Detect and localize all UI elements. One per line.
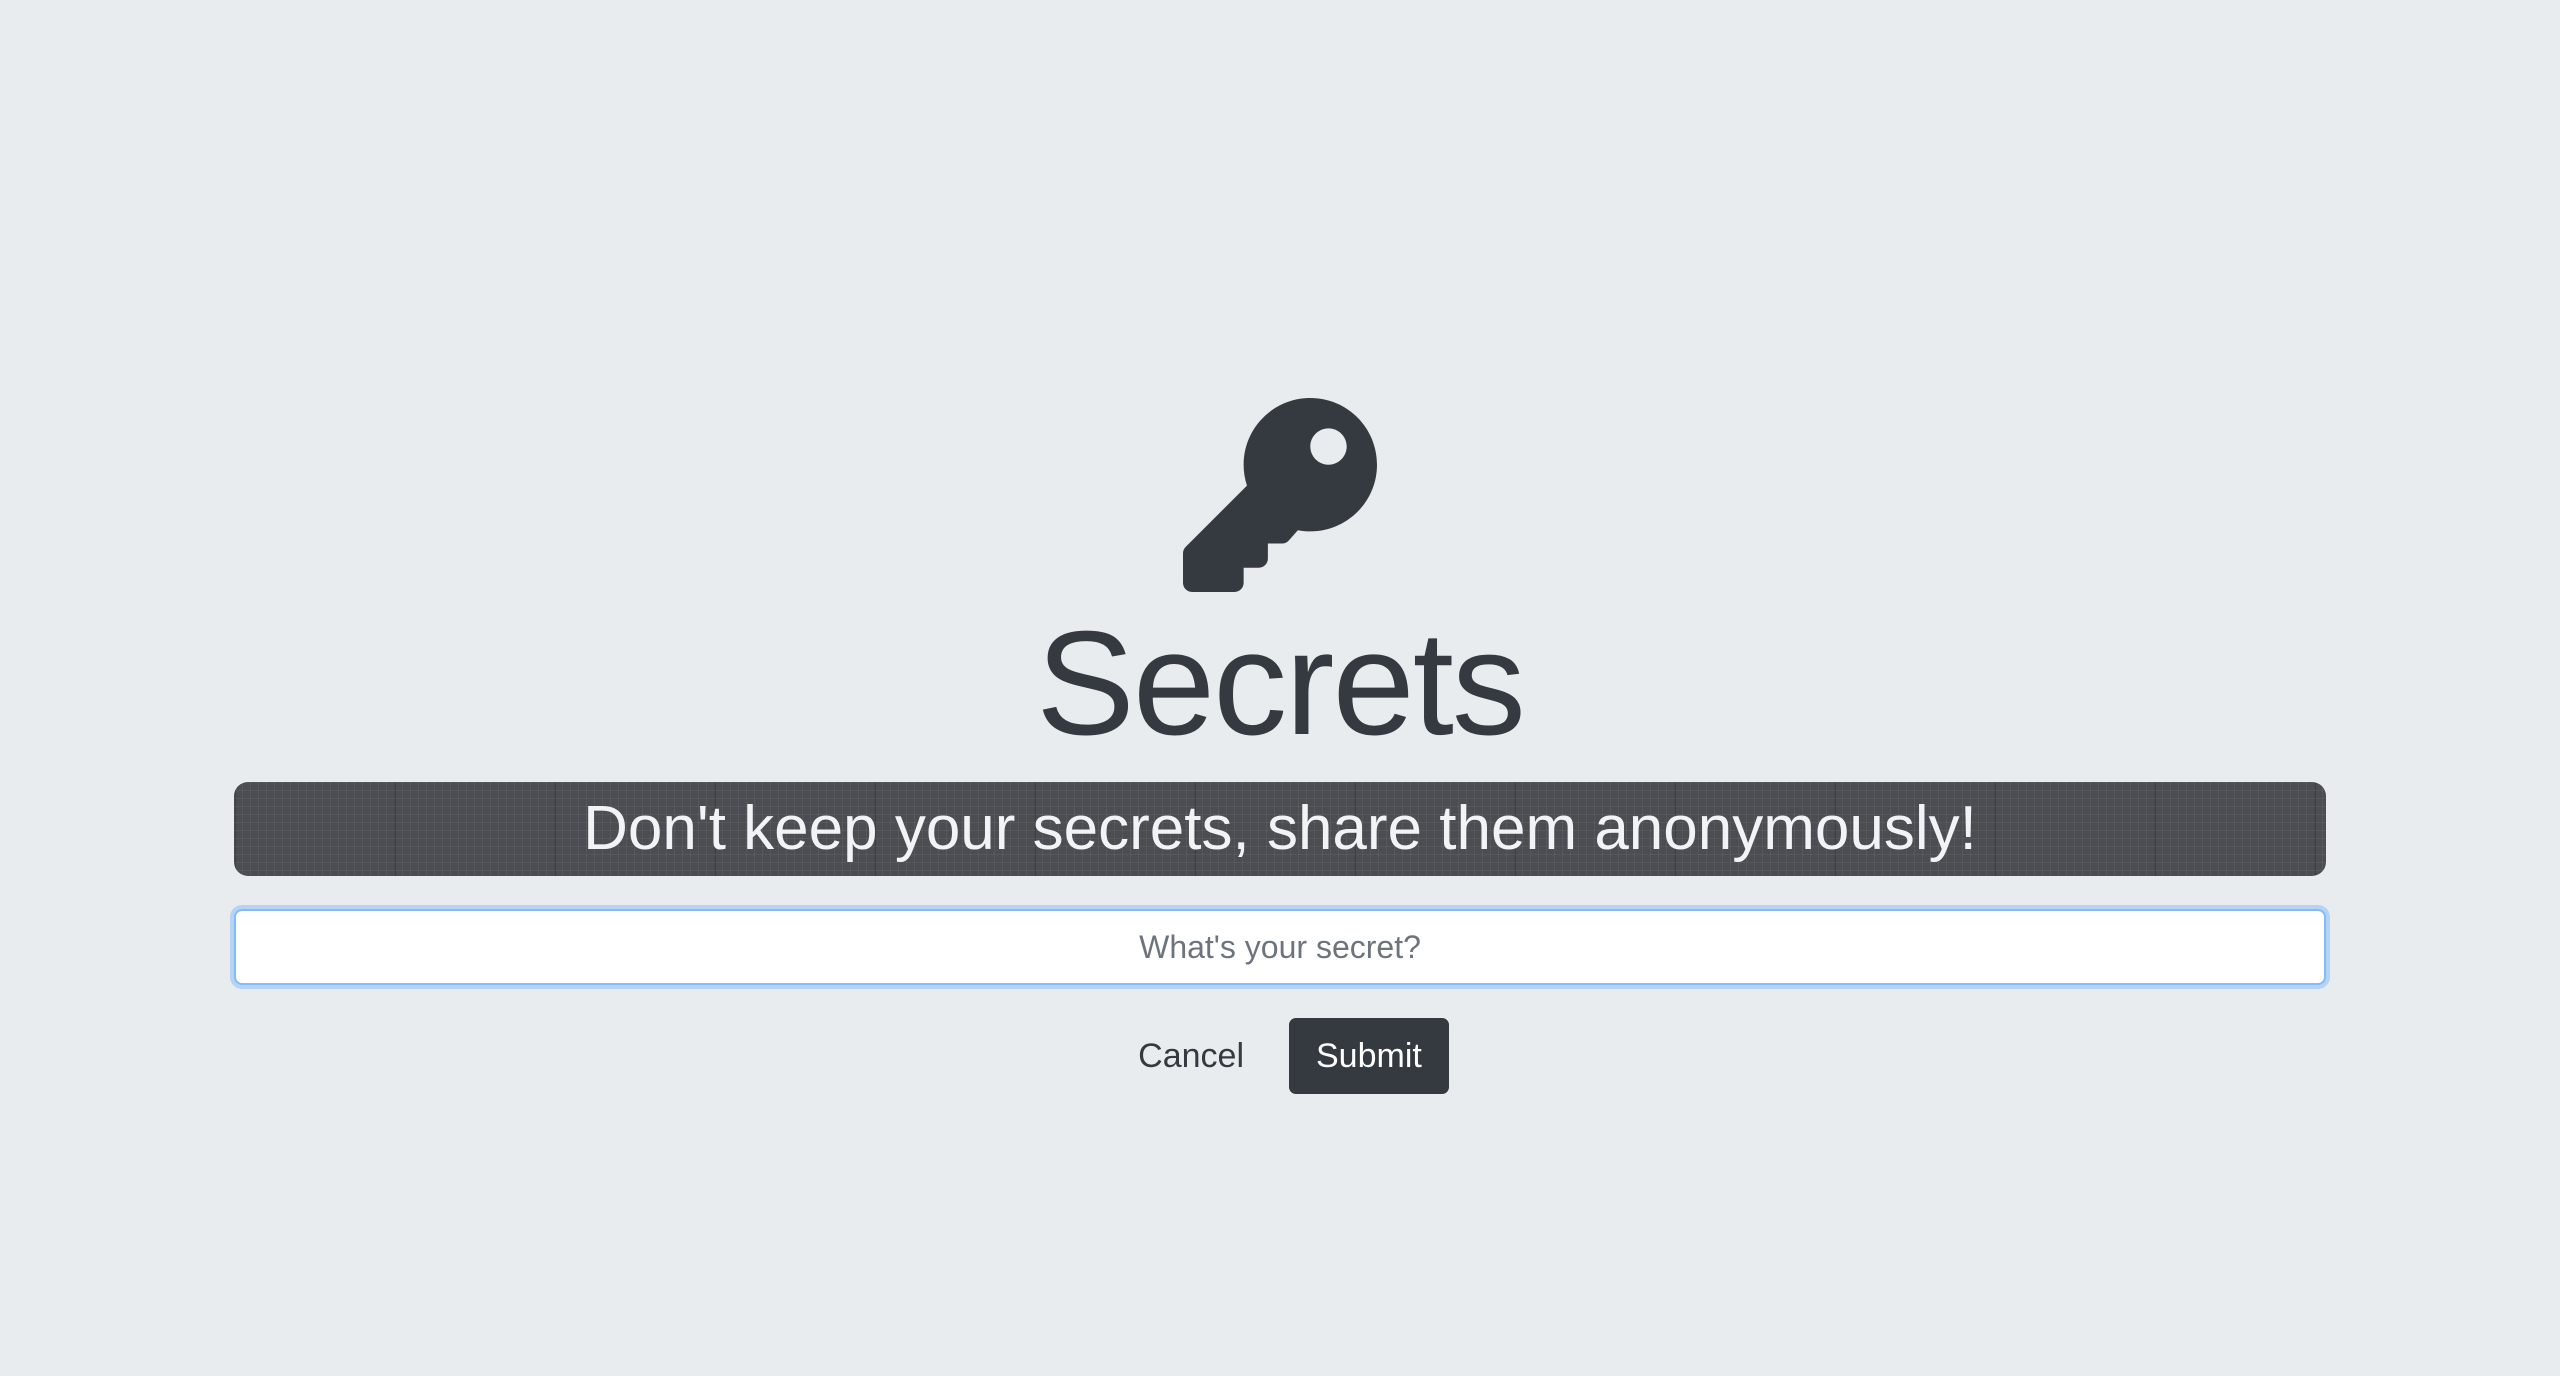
tagline-text: Don't keep your secrets, share them anon… [583, 794, 1977, 863]
cancel-button[interactable]: Cancel [1111, 1018, 1271, 1094]
submit-button[interactable]: Submit [1289, 1018, 1449, 1094]
secrets-page: Secrets Don't keep your secrets, share t… [0, 0, 2560, 1376]
form-actions: Cancel Submit [0, 1018, 2560, 1094]
page-title: Secrets [1036, 601, 1526, 766]
tagline-banner: Don't keep your secrets, share them anon… [234, 782, 2326, 876]
secret-input[interactable] [234, 909, 2326, 985]
key-icon [1183, 398, 1377, 592]
